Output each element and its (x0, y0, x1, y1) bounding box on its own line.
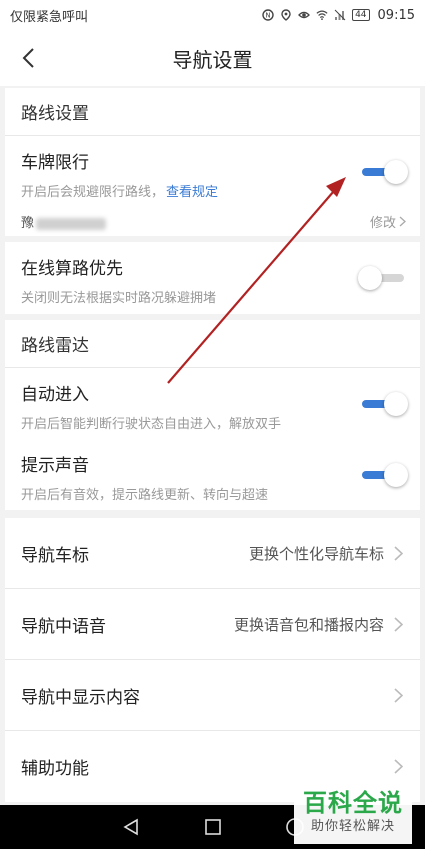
watermark-main: 百科全说 (303, 789, 403, 817)
plate-limit-row: 车牌限行 开启后会规避限行路线， 查看规定 豫 修改 (5, 136, 420, 236)
nav-option-value: 更换个性化导航车标 (248, 544, 384, 563)
nav-car-icon-row[interactable]: 导航车标 更换个性化导航车标 (5, 518, 420, 589)
toggle-knob (358, 266, 382, 290)
battery-icon: 44 (352, 9, 370, 21)
location-icon (281, 9, 291, 21)
triangle-back-icon (122, 818, 138, 836)
chevron-right-icon (394, 616, 406, 632)
clock: 09:15 (377, 7, 415, 23)
auto-enter-row: 自动进入 开启后智能判断行驶状态自由进入，解放双手 (5, 368, 420, 439)
nav-option-label: 导航车标 (21, 545, 89, 566)
sound-row: 提示声音 开启后有音效，提示路线更新、转向与超速 (5, 439, 420, 510)
route-settings-card: 路线设置 车牌限行 开启后会规避限行路线， 查看规定 豫 修改 (5, 88, 420, 236)
square-recents-icon (204, 819, 221, 835)
recents-nav-button[interactable] (202, 816, 224, 838)
route-radar-header: 路线雷达 (5, 320, 420, 368)
carrier-text: 仅限紧急呼叫 (10, 9, 89, 25)
plate-number: 豫 (21, 212, 107, 231)
sound-toggle[interactable] (360, 463, 408, 487)
route-settings-header: 路线设置 (5, 88, 420, 136)
eye-icon (298, 11, 310, 19)
blurred-plate (36, 217, 107, 230)
page-title: 导航设置 (172, 47, 253, 72)
chevron-right-icon (394, 687, 406, 703)
status-bar: 仅限紧急呼叫 N 44 09:15 (0, 0, 425, 30)
signal-off-icon (334, 9, 346, 21)
nav-options-card: 导航车标 更换个性化导航车标 导航中语音 更换语音包和播报内容 导航中显示内容 … (5, 518, 420, 802)
nav-option-label: 辅助功能 (21, 759, 89, 779)
view-rules-link[interactable]: 查看规定 (166, 185, 218, 200)
online-calc-toggle[interactable] (358, 266, 406, 290)
plate-prefix: 豫 (21, 216, 35, 231)
battery-level: 44 (355, 10, 367, 20)
modify-label: 修改 (369, 216, 396, 231)
watermark-logo: 百科全说 助你轻松解决 (294, 788, 412, 844)
nav-display-row[interactable]: 导航中显示内容 (5, 660, 420, 731)
chevron-right-icon (394, 759, 406, 774)
wifi-icon (316, 10, 328, 20)
navigation-bar: 导航设置 (0, 30, 425, 86)
plate-limit-toggle[interactable] (360, 160, 408, 184)
toggle-knob (384, 463, 408, 487)
watermark-sub: 助你轻松解决 (310, 819, 395, 834)
back-nav-button[interactable] (120, 816, 142, 838)
chevron-left-icon (22, 48, 34, 68)
nav-option-label: 导航中语音 (21, 616, 106, 637)
plate-limit-desc-text: 开启后会规避限行路线， (21, 185, 165, 200)
online-calc-row: 在线算路优先 关闭则无法根据实时路况躲避拥堵 (5, 242, 420, 314)
toggle-knob (384, 392, 408, 416)
online-calc-card: 在线算路优先 关闭则无法根据实时路况躲避拥堵 (5, 242, 420, 314)
modify-plate-button[interactable]: 修改 (370, 212, 406, 231)
auto-enter-toggle[interactable] (360, 392, 408, 416)
toggle-knob (384, 160, 408, 184)
nav-option-value: 更换语音包和播报内容 (233, 615, 384, 634)
svg-text:N: N (265, 12, 270, 20)
nfc-icon: N (262, 9, 274, 21)
chevron-right-icon (394, 545, 406, 561)
back-button[interactable] (14, 44, 42, 72)
status-icons: N 44 09:15 (262, 8, 415, 23)
route-radar-card: 路线雷达 自动进入 开启后智能判断行驶状态自由进入，解放双手 提示声音 开启后有… (5, 320, 420, 510)
chevron-right-icon (399, 216, 406, 227)
nav-voice-row[interactable]: 导航中语音 更换语音包和播报内容 (5, 589, 420, 660)
nav-option-label: 导航中显示内容 (21, 687, 140, 708)
